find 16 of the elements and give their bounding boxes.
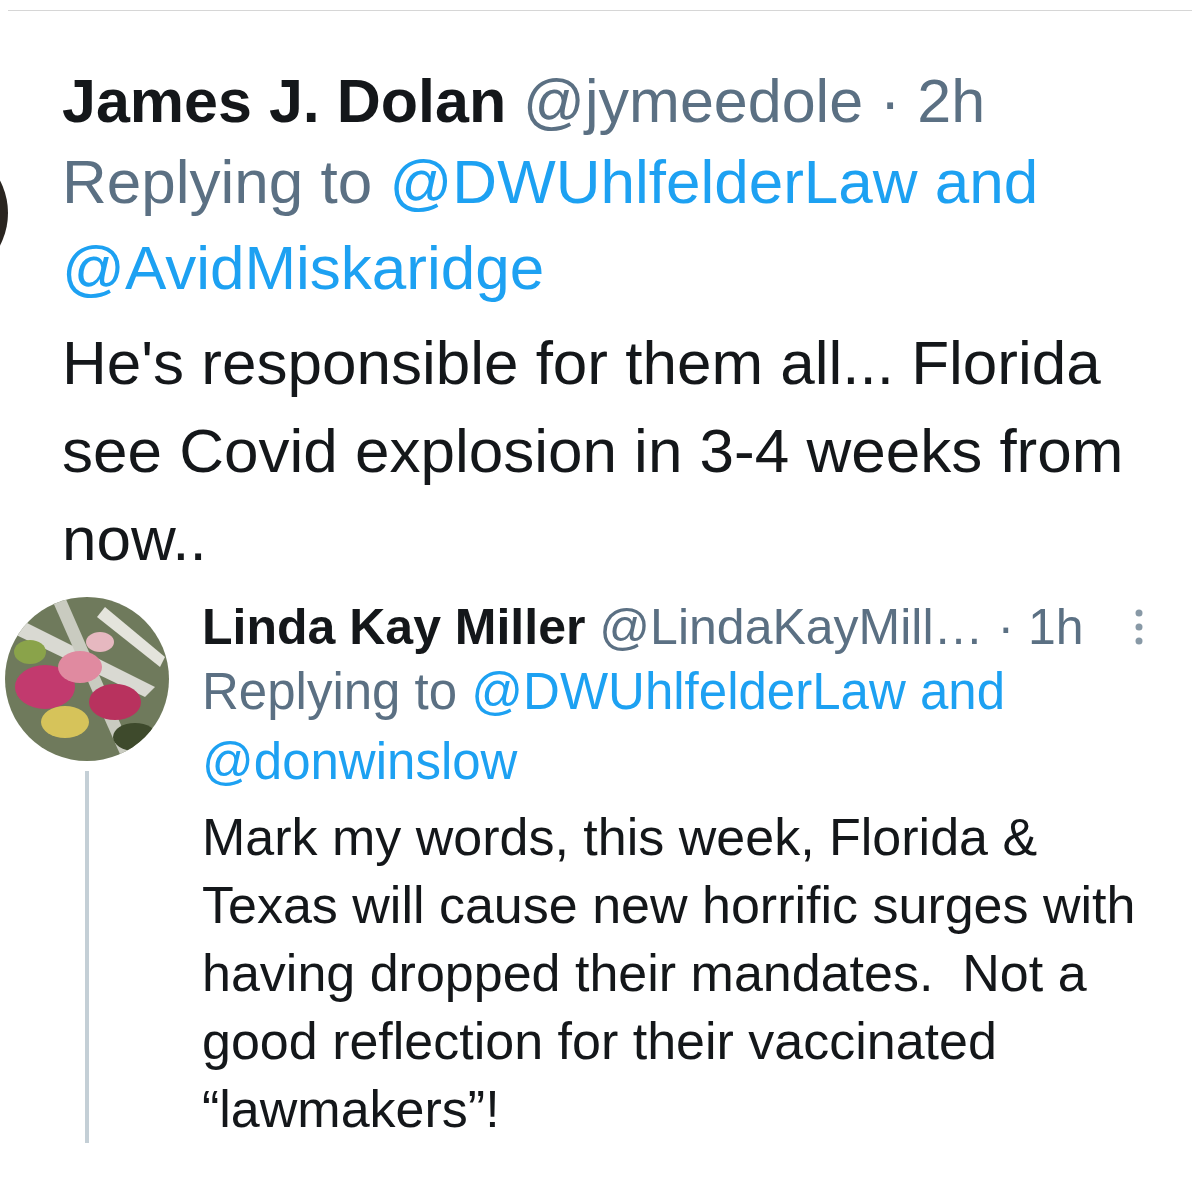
mention-link[interactable]: @DWUhlfelderLaw bbox=[471, 663, 906, 720]
replying-line: Replying to @DWUhlfelderLaw and @AvidMiskaridge bbox=[62, 146, 1040, 304]
separator-dot: · bbox=[997, 599, 1015, 655]
tweet-text: He's responsible for them all... Florida see Covid explosion in 3-4 weeks from now.. bbox=[62, 327, 1125, 575]
author-name: Linda Kay Miller bbox=[202, 599, 586, 655]
replying-line: Replying to @DWUhlfelderLaw and @donwinslow bbox=[202, 662, 1006, 792]
timestamp: 2h bbox=[917, 67, 986, 135]
separator-dot: · bbox=[880, 67, 901, 135]
tweet-text: Mark my words, this week, Florida & Texas will cause new horrific surges with having dropped their mandates. Not a good reflection for their vaccinated “lawmakers”! bbox=[202, 807, 1137, 1140]
author-handle: @LindaKayMill… bbox=[599, 599, 984, 655]
author-handle: @jymeedole bbox=[523, 67, 864, 135]
author-name: James J. Dolan bbox=[62, 67, 507, 135]
timestamp: 1h bbox=[1028, 599, 1084, 655]
mention-link[interactable]: @AvidMiskaridge bbox=[62, 233, 545, 302]
mention-link[interactable]: @donwinslow bbox=[202, 733, 518, 790]
mention-link[interactable]: @DWUhlfelderLaw bbox=[389, 147, 918, 216]
